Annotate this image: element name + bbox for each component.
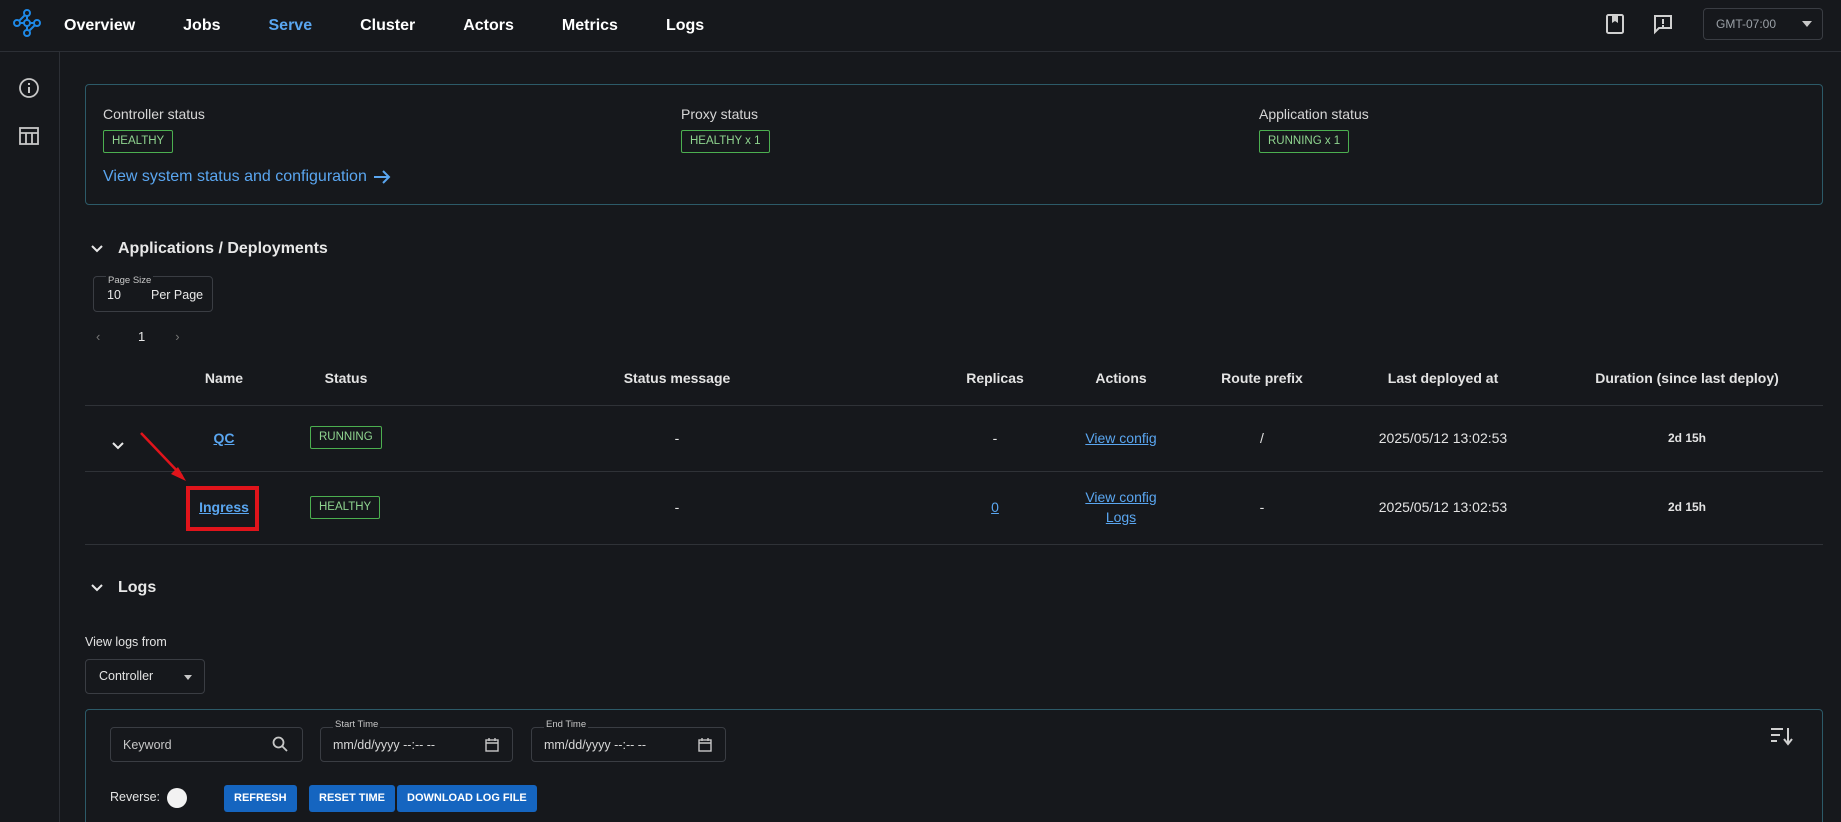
view-config-link[interactable]: View config [1085, 430, 1156, 446]
arrow-right-icon [373, 170, 391, 184]
last-deployed-value: 2025/05/12 13:02:53 [1378, 430, 1508, 446]
logs-link[interactable]: Logs [1106, 509, 1136, 525]
page-size-value: 10 [107, 288, 121, 302]
replicas-value: - [992, 430, 998, 446]
pagination: ‹ 1 › [96, 326, 189, 346]
ray-logo-icon[interactable] [12, 8, 42, 38]
col-status: Status [324, 370, 368, 386]
applications-title: Applications / Deployments [118, 240, 328, 257]
proxy-status-badge: HEALTHY x 1 [681, 130, 770, 153]
log-source-value: Controller [99, 669, 154, 683]
system-status-link-text: View system status and configuration [103, 168, 367, 185]
col-route-prefix: Route prefix [1221, 370, 1303, 386]
nav-actors[interactable]: Actors [463, 17, 514, 35]
page-size-label: Page Size [106, 275, 154, 286]
reset-time-button[interactable]: RESET TIME [309, 785, 396, 812]
nav-jobs[interactable]: Jobs [183, 17, 220, 35]
col-status-message: Status message [623, 370, 731, 386]
app-name-link[interactable]: QC [214, 430, 235, 446]
logs-section-header[interactable]: Logs [90, 579, 156, 597]
replicas-link[interactable]: 0 [991, 499, 999, 515]
main-nav: Overview Jobs Serve Cluster Actors Metri… [64, 0, 752, 52]
table-icon[interactable] [18, 125, 40, 147]
search-icon [272, 736, 288, 752]
chevron-down-icon [184, 675, 192, 680]
docs-book-icon[interactable] [1604, 13, 1626, 35]
reverse-toggle[interactable] [167, 788, 187, 808]
col-replicas: Replicas [966, 370, 1024, 386]
chevron-down-icon [91, 584, 103, 592]
start-time-value: mm/dd/yyyy --:-- -- [333, 738, 436, 752]
view-config-link[interactable]: View config [1085, 489, 1156, 505]
log-source-select[interactable]: Controller [85, 659, 205, 694]
feedback-icon[interactable] [1652, 13, 1674, 35]
timezone-value: GMT-07:00 [1716, 17, 1777, 31]
end-time-value: mm/dd/yyyy --:-- -- [544, 738, 647, 752]
end-time-field[interactable]: End Time mm/dd/yyyy --:-- -- [531, 719, 726, 762]
keyword-placeholder: Keyword [123, 738, 172, 752]
application-status-label: Application status [1259, 106, 1369, 122]
sidebar [0, 52, 60, 822]
route-prefix-value: - [1259, 499, 1265, 515]
last-deployed-value: 2025/05/12 13:02:53 [1378, 499, 1508, 515]
nav-logs[interactable]: Logs [666, 17, 704, 35]
applications-section-header[interactable]: Applications / Deployments [90, 240, 328, 258]
logs-title: Logs [118, 579, 157, 596]
row-divider [85, 471, 1823, 472]
sort-icon[interactable] [1769, 725, 1793, 747]
keyword-search-field[interactable]: Keyword [110, 727, 303, 762]
top-navbar: Overview Jobs Serve Cluster Actors Metri… [0, 0, 1841, 52]
row-divider [85, 544, 1823, 545]
col-actions: Actions [1095, 370, 1147, 386]
application-status-badge: RUNNING x 1 [1259, 130, 1350, 153]
calendar-icon[interactable] [484, 737, 500, 753]
start-time-field[interactable]: Start Time mm/dd/yyyy --:-- -- [320, 719, 513, 762]
nav-overview[interactable]: Overview [64, 17, 135, 35]
nav-serve[interactable]: Serve [269, 17, 313, 35]
reverse-label: Reverse: [110, 790, 161, 804]
col-last-deployed: Last deployed at [1387, 370, 1499, 386]
page-size-unit: Per Page [151, 288, 204, 302]
duration-value: 2d 15h [1667, 431, 1707, 445]
status-message: - [674, 499, 680, 515]
nav-metrics[interactable]: Metrics [562, 17, 618, 35]
header-divider [85, 405, 1823, 406]
annotation-highlight-box [186, 486, 259, 531]
expand-row-chevron-icon[interactable] [110, 438, 126, 454]
prev-page-icon[interactable]: ‹ [96, 329, 110, 344]
calendar-icon[interactable] [697, 737, 713, 753]
col-duration: Duration (since last deploy) [1595, 370, 1779, 386]
view-logs-from-label: View logs from [85, 635, 167, 649]
start-time-label: Start Time [333, 719, 381, 730]
info-icon[interactable] [18, 77, 40, 99]
next-page-icon[interactable]: › [175, 329, 189, 344]
route-prefix-value: / [1260, 430, 1264, 446]
end-time-label: End Time [544, 719, 589, 730]
status-badge: HEALTHY [310, 496, 381, 519]
page-size-select[interactable]: Page Size 10 Per Page [93, 275, 213, 312]
controller-status-label: Controller status [103, 106, 205, 122]
serve-status-card: Controller status HEALTHY Proxy status H… [85, 84, 1823, 205]
controller-status-badge: HEALTHY [103, 130, 174, 153]
nav-cluster[interactable]: Cluster [360, 17, 415, 35]
duration-value: 2d 15h [1667, 500, 1707, 514]
timezone-select[interactable]: GMT-07:00 [1703, 8, 1823, 40]
system-status-link[interactable]: View system status and configuration [103, 168, 391, 186]
status-message: - [674, 430, 680, 446]
current-page[interactable]: 1 [138, 329, 145, 344]
status-badge: RUNNING [310, 426, 382, 449]
chevron-down-icon [91, 245, 103, 253]
col-name: Name [204, 370, 244, 386]
proxy-status-label: Proxy status [681, 106, 759, 122]
refresh-button[interactable]: REFRESH [224, 785, 297, 812]
chevron-down-icon [1802, 21, 1812, 27]
download-log-button[interactable]: DOWNLOAD LOG FILE [397, 785, 537, 812]
